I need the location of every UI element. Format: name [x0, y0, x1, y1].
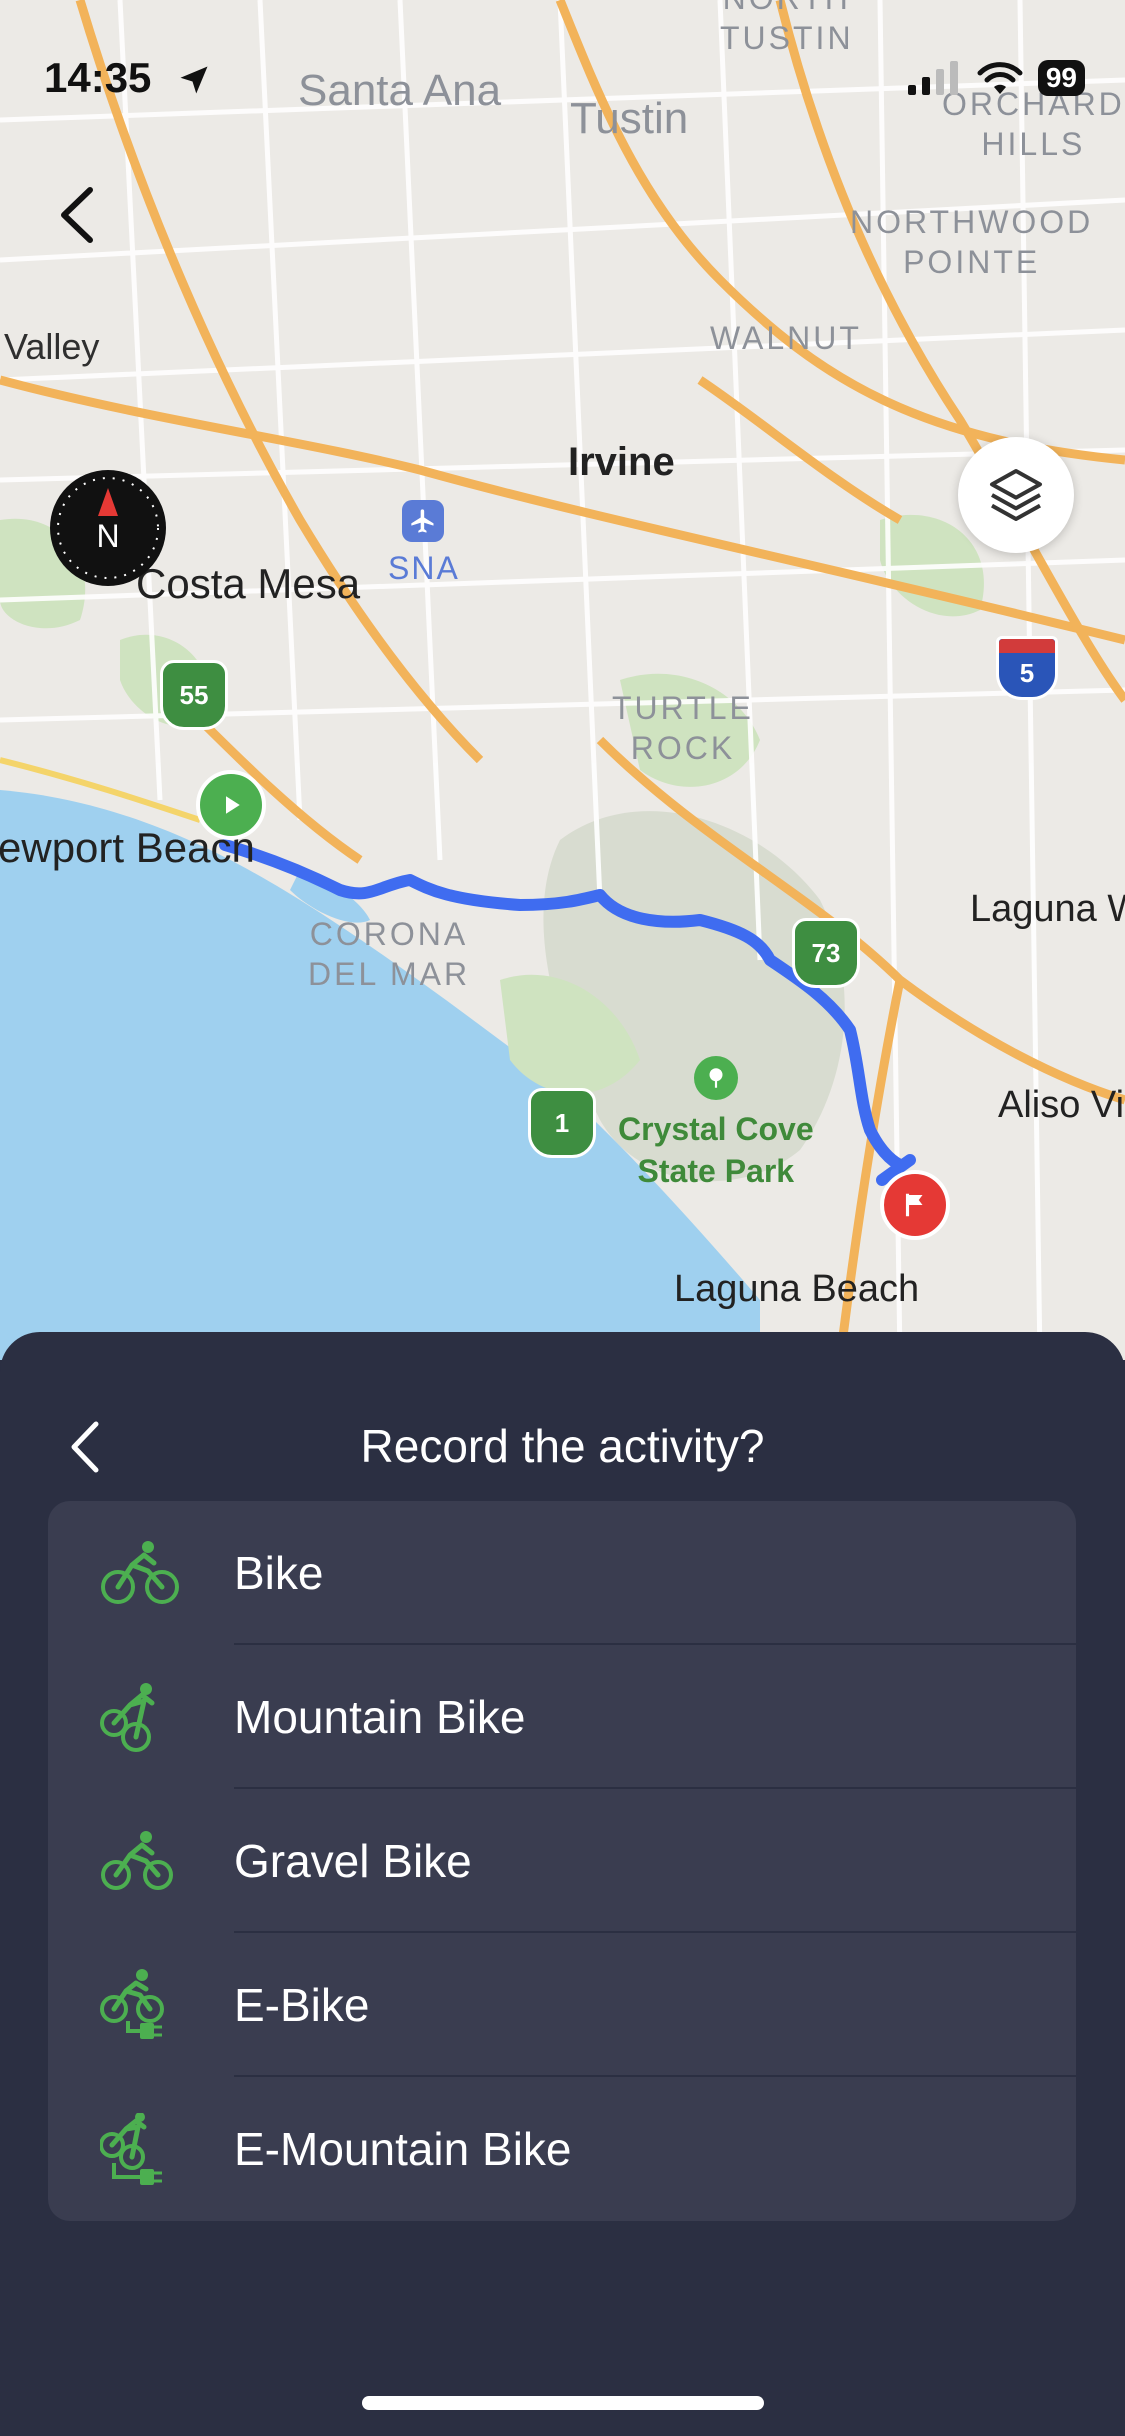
- home-indicator[interactable]: [362, 2396, 764, 2410]
- location-arrow-icon: [180, 66, 208, 94]
- wifi-icon: [977, 62, 1023, 94]
- sheet-title: Record the activity?: [360, 1420, 765, 1472]
- map-label-sna: SNA: [388, 550, 460, 586]
- activity-option-bike[interactable]: Bike: [48, 1501, 1076, 1645]
- map-label-irvine: Irvine: [568, 440, 675, 484]
- e-mountain-bike-icon: [100, 2113, 162, 2185]
- activity-option-e-mountain-bike[interactable]: E-Mountain Bike: [48, 2077, 1076, 2221]
- map-label-costa-mesa: Costa Mesa: [136, 560, 361, 607]
- map-view[interactable]: Santa Ana Tustin NORTH TUSTIN ORCHARD HI…: [0, 0, 1125, 1360]
- map-label-walnut: WALNUT: [710, 320, 862, 356]
- activity-option-label: E-Mountain Bike: [234, 2123, 572, 2175]
- cellular-signal-icon: [907, 61, 958, 95]
- route-shield-73-label: 73: [811, 937, 841, 968]
- map-label-aliso-viejo: Aliso Vi: [998, 1084, 1125, 1126]
- sheet-header: Record the activity?: [0, 1392, 1125, 1502]
- status-time: 14:35: [44, 54, 152, 101]
- route-shield-73: 73: [792, 918, 860, 988]
- route-shield-1: 1: [528, 1088, 596, 1158]
- e-bike-icon: [100, 1969, 164, 2039]
- activity-option-gravel-bike[interactable]: Gravel Bike: [48, 1789, 1076, 1933]
- mountain-bike-icon: [100, 1683, 155, 1752]
- activity-option-e-bike[interactable]: E-Bike: [48, 1933, 1076, 2077]
- map-label-corona-del-mar: CORONA DEL MAR: [308, 916, 471, 992]
- airport-icon: [402, 500, 444, 542]
- interstate-shield-5: 5: [996, 636, 1058, 700]
- back-arrow-icon: [61, 187, 93, 243]
- route-shield-55-label: 55: [179, 679, 209, 710]
- map-label-northwood-pointe: NORTHWOOD POINTE: [850, 204, 1094, 280]
- activity-option-label: Gravel Bike: [234, 1835, 472, 1887]
- map-label-turtle-rock: TURTLE ROCK: [612, 690, 754, 766]
- activity-type-list: Bike Mountain Bike Gravel Bike E-Bike E-…: [48, 1501, 1076, 2221]
- compass-button[interactable]: N: [50, 470, 166, 586]
- layers-icon: [990, 469, 1042, 521]
- route-shield-1-label: 1: [554, 1107, 570, 1138]
- activity-option-label: E-Bike: [234, 1979, 370, 2031]
- map-back-button[interactable]: [50, 180, 110, 250]
- map-label-laguna-woods: Laguna W: [970, 888, 1125, 930]
- park-icon: [694, 1056, 738, 1100]
- route-start-icon[interactable]: [196, 770, 266, 840]
- route-shield-55: 55: [160, 660, 228, 730]
- route-finish-icon[interactable]: [880, 1170, 950, 1240]
- map-label-laguna-beach: Laguna Beach: [674, 1268, 920, 1310]
- gravel-bike-icon: [101, 1831, 173, 1890]
- record-activity-sheet: Record the activity? Bike Mountain Bike: [0, 1332, 1125, 2436]
- status-bar: 14:35 99: [0, 0, 1125, 150]
- map-layers-button[interactable]: [958, 437, 1074, 553]
- activity-option-label: Bike: [234, 1547, 324, 1599]
- bike-icon: [101, 1541, 179, 1604]
- battery-indicator: 99: [1037, 60, 1085, 96]
- compass-north-label: N: [96, 518, 120, 554]
- map-label-crystal-cove: Crystal Cove State Park: [618, 1111, 814, 1189]
- map-label-valley: Valley: [4, 326, 100, 367]
- interstate-shield-5-label: 5: [1019, 658, 1035, 688]
- activity-option-mountain-bike[interactable]: Mountain Bike: [48, 1645, 1076, 1789]
- activity-option-label: Mountain Bike: [234, 1691, 526, 1743]
